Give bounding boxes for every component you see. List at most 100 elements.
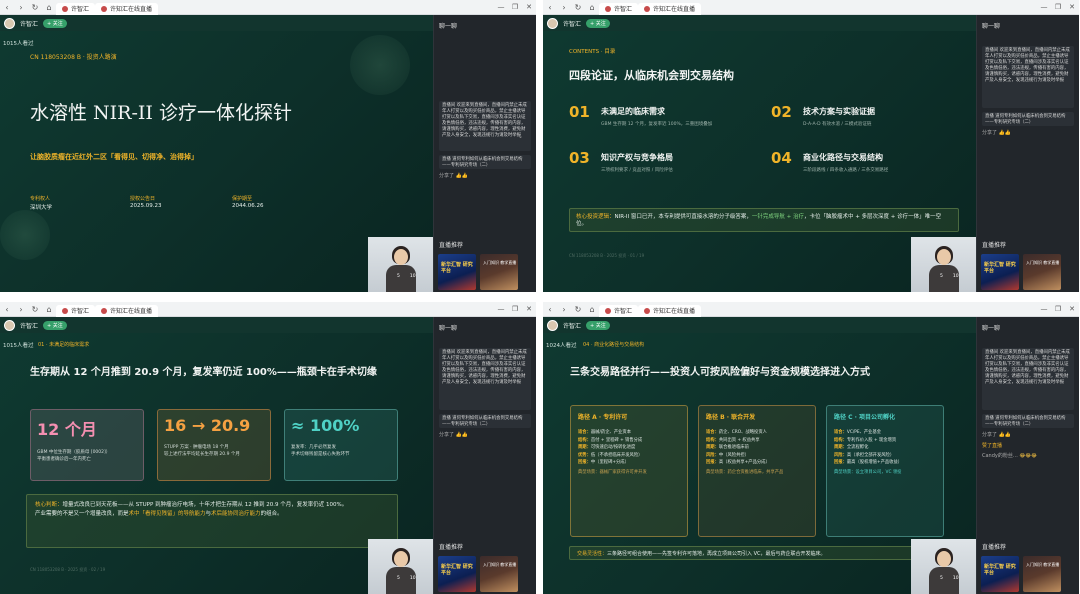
chat-message-text: 直播间 欢迎来到直播间，直播间内禁止未成年人打赏以及购买低价商品，禁止主播诱导打…	[985, 48, 1070, 83]
recommended-stream-card[interactable]: 入门知识 教学直播	[1023, 254, 1061, 290]
refresh-icon[interactable]: ↻	[28, 0, 42, 15]
chat-scroll-down-icon[interactable]: ⌄	[518, 133, 523, 140]
recommended-stream-card[interactable]: 入门知识 教学直播	[480, 556, 518, 592]
tab-label: 许知汇在线直播	[653, 308, 696, 315]
home-icon[interactable]: ⌂	[42, 0, 56, 15]
like-text: 分享了	[439, 173, 455, 179]
follow-button[interactable]: + 关注	[586, 320, 610, 330]
refresh-icon[interactable]: ↻	[571, 302, 585, 317]
share-count[interactable]: 10	[410, 576, 416, 581]
browser-tab-active[interactable]: 许知汇在线直播	[638, 2, 702, 15]
back-icon[interactable]: ‹	[543, 302, 557, 317]
minimize-icon[interactable]: —	[494, 305, 508, 313]
mic-count[interactable]: 5	[397, 274, 400, 279]
channel-name[interactable]: 许智汇	[20, 19, 38, 28]
minimize-icon[interactable]: —	[1037, 3, 1051, 11]
path-title: 路径 B · 联合开发	[706, 414, 756, 421]
chat-like: 分享了 👍👍	[982, 431, 1011, 438]
core-judgement-box: 核心判断：增量式改良已到天花板——从 STUPP 到肿瘤治疗电场，十年才把生存期…	[26, 494, 398, 548]
avatar[interactable]	[4, 319, 15, 331]
recommended-stream-card[interactable]: 新华汇智 研究平台	[981, 254, 1019, 290]
mic-count[interactable]: 5	[940, 274, 943, 279]
forward-icon[interactable]: ›	[557, 0, 571, 15]
maximize-icon[interactable]: ❐	[1051, 305, 1065, 313]
path-line: 结构：专利作价入股 + 现金增资	[834, 437, 936, 445]
meta-value: 2025.09.23	[130, 203, 162, 209]
tab-label: 许智汇	[71, 6, 90, 13]
agenda-heading: 技术方案与实验证据	[803, 107, 875, 116]
refresh-icon[interactable]: ↻	[571, 0, 585, 15]
home-icon[interactable]: ⌂	[42, 302, 56, 317]
meta-value: 深圳大学	[30, 205, 53, 211]
browser-tab[interactable]: 许智汇	[56, 2, 96, 15]
streamer-camera	[911, 539, 976, 594]
back-icon[interactable]: ‹	[0, 302, 14, 317]
share-count[interactable]: 10	[953, 576, 959, 581]
gift-user: Candy的粉丝…	[982, 453, 1018, 459]
agenda-number: 03	[569, 149, 590, 167]
like-text: 分享了	[439, 432, 455, 438]
follow-button[interactable]: + 关注	[43, 320, 67, 330]
back-icon[interactable]: ‹	[0, 0, 14, 15]
chat-message-text: 直播 道何专利如何从临床机会到交易结构——专利研究专场（二）	[985, 114, 1066, 125]
avatar[interactable]	[547, 319, 558, 331]
forward-icon[interactable]: ›	[14, 0, 28, 15]
close-icon[interactable]: ✕	[522, 305, 536, 313]
chat-message: 直播 道何专利如何从临床机会到交易结构——专利研究专场（二）	[439, 414, 531, 428]
back-icon[interactable]: ‹	[543, 0, 557, 15]
recommended-stream-card[interactable]: 入门知识 教学直播	[1023, 556, 1061, 592]
chat-scroll-up-icon[interactable]: ⌃	[518, 115, 523, 122]
browser-bar: ‹ › ↻ ⌂ 许智汇 许知汇在线直播 — ❐ ✕	[543, 302, 1079, 317]
home-icon[interactable]: ⌂	[585, 302, 599, 317]
browser-tab-active[interactable]: 许知汇在线直播	[95, 304, 159, 317]
refresh-icon[interactable]: ↻	[28, 302, 42, 317]
stat-value: 12 个月	[37, 420, 97, 439]
stat-desc-line: GBM 中位生存期（胶质母 [0002]）	[37, 450, 111, 455]
browser-tab-active[interactable]: 许知汇在线直播	[95, 2, 159, 15]
channel-name[interactable]: 许智汇	[563, 19, 581, 28]
minimize-icon[interactable]: —	[1037, 305, 1051, 313]
path-key: 周期：	[834, 445, 847, 450]
mic-count[interactable]: 5	[397, 576, 400, 581]
recommended-stream-card[interactable]: 入门知识 教学直播	[480, 254, 518, 290]
maximize-icon[interactable]: ❐	[1051, 3, 1065, 11]
browser-tab[interactable]: 许智汇	[599, 304, 639, 317]
forward-icon[interactable]: ›	[557, 302, 571, 317]
browser-tab[interactable]: 许智汇	[56, 304, 96, 317]
close-icon[interactable]: ✕	[1065, 3, 1079, 11]
bottom-label: 交易灵活性：	[577, 551, 608, 557]
share-count[interactable]: 10	[953, 274, 959, 279]
minimize-icon[interactable]: —	[494, 3, 508, 11]
close-icon[interactable]: ✕	[1065, 305, 1079, 313]
forward-icon[interactable]: ›	[14, 302, 28, 317]
maximize-icon[interactable]: ❐	[508, 3, 522, 11]
bottom-text: 三条路径可组合使用——先签专利许可落地，再成立项目公司引入 VC，最后与药企联合…	[607, 551, 826, 557]
card-title: 入门知识 教学直播	[1026, 260, 1060, 265]
decor-circle	[350, 35, 410, 95]
browser-tab-active[interactable]: 许知汇在线直播	[638, 304, 702, 317]
maximize-icon[interactable]: ❐	[508, 305, 522, 313]
follow-button[interactable]: + 关注	[586, 18, 610, 28]
home-icon[interactable]: ⌂	[585, 0, 599, 15]
path-val: 共同出资 + 权益共享	[718, 437, 760, 443]
follow-button[interactable]: + 关注	[43, 18, 67, 28]
path-key: 结构：	[578, 437, 591, 443]
mic-count[interactable]: 5	[940, 576, 943, 581]
browser-tab[interactable]: 许智汇	[599, 2, 639, 15]
chat-message: 直播间 欢迎来到直播间，直播间内禁止未成年人打赏以及购买低价商品，禁止主播诱导打…	[982, 348, 1074, 410]
judge-text-2: 产业需要的不是又一个增量改良，而是	[35, 511, 129, 517]
path-line: 回报：最高（股权增值+产品收益）	[834, 459, 936, 467]
recommended-stream-card[interactable]: 新华汇智 研究平台	[438, 254, 476, 290]
close-icon[interactable]: ✕	[522, 3, 536, 11]
path-line: 周期：联合推进临床前	[706, 444, 808, 452]
judge-text-4: 的组合。	[260, 511, 283, 517]
avatar[interactable]	[4, 17, 15, 29]
stat-card: 16 → 20.9 STUPP 方案 · 肿瘤电场 18 个月 较上述疗法平均延长…	[157, 409, 271, 481]
recommended-stream-card[interactable]: 新华汇智 研究平台	[438, 556, 476, 592]
recommended-stream-card[interactable]: 新华汇智 研究平台	[981, 556, 1019, 592]
channel-name[interactable]: 许智汇	[20, 321, 38, 330]
path-key: 回报：	[578, 460, 591, 465]
share-count[interactable]: 10	[410, 274, 416, 279]
avatar[interactable]	[547, 17, 558, 29]
channel-name[interactable]: 许智汇	[563, 321, 581, 330]
